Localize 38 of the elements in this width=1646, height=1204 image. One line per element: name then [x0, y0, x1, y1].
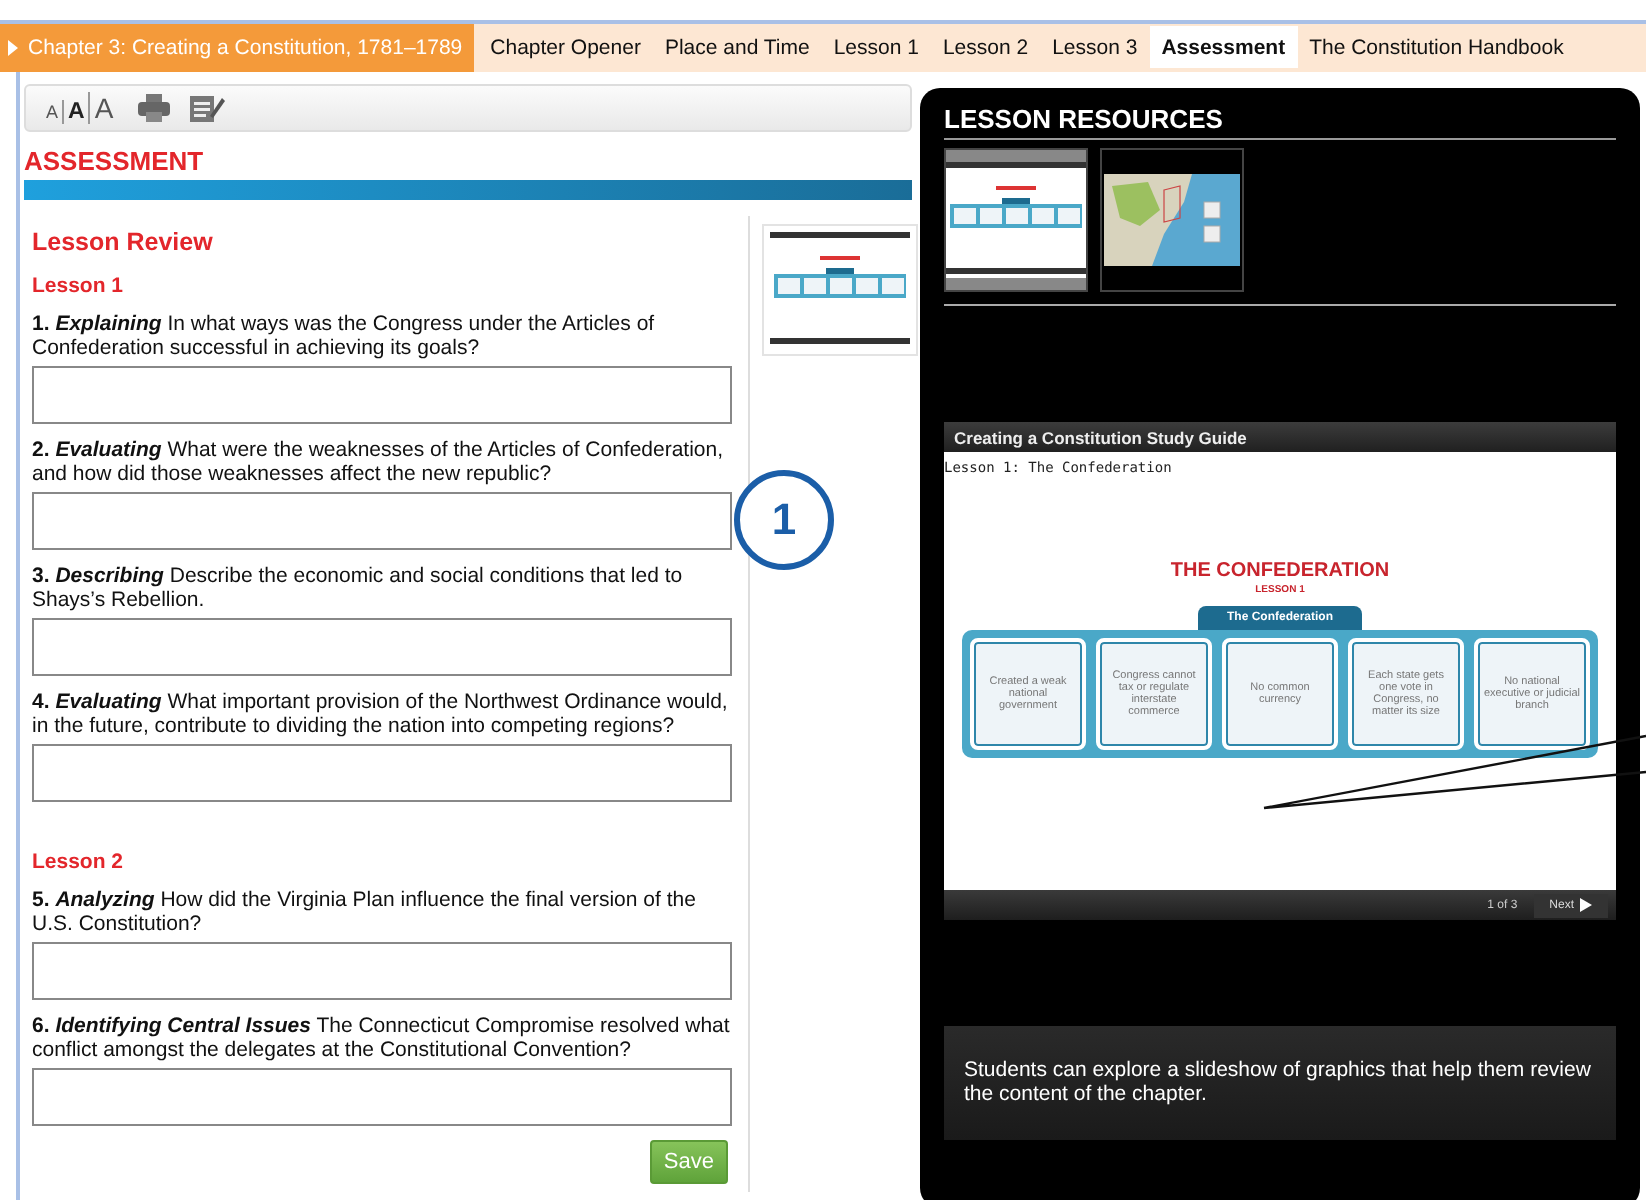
- answer-field[interactable]: [32, 366, 732, 424]
- triangle-icon: [8, 40, 18, 56]
- answer-field[interactable]: [32, 492, 732, 550]
- question-text: 1. Explaining In what ways was the Congress under the Articles of Confederation successful in achieving its goals?: [32, 312, 657, 360]
- question-text: 3. Describing Describe the economic and social conditions that led to Shays’s Rebellion.: [32, 564, 685, 612]
- play-icon: [1580, 898, 1592, 912]
- nav-tab[interactable]: The Constitution Handbook: [1297, 26, 1576, 68]
- answer-field[interactable]: [32, 942, 732, 1000]
- chapter-title: Chapter 3: Creating a Constitution, 1781–1789: [28, 36, 463, 60]
- font-size-option[interactable]: A: [88, 92, 118, 124]
- panel-title: LESSON RESOURCES: [944, 104, 1616, 140]
- question-text: 4. Evaluating What important provision of the Northwest Ordinance would, in the future, contribute to dividing the nation into competing regions?: [32, 690, 730, 738]
- nav-tab[interactable]: Lesson 2: [930, 26, 1041, 68]
- caption-text: Students can explore a slideshow of graphics that help them review the content of the chapter.: [944, 1026, 1616, 1140]
- map-thumbnail[interactable]: [1100, 148, 1244, 292]
- nav-tab[interactable]: Place and Time: [652, 26, 822, 68]
- question-text: 6. Identifying Central Issues The Connecticut Compromise resolved what conflict amongst the delegates at the Constitutional Convention?: [32, 1014, 732, 1062]
- slide-thumbnail[interactable]: [944, 148, 1088, 292]
- viewer-title: Creating a Constitution Study Guide: [944, 422, 1616, 452]
- print-icon[interactable]: [137, 94, 170, 122]
- callout-number: 1: [734, 470, 834, 570]
- font-size-option[interactable]: A: [62, 100, 89, 124]
- nav-tab[interactable]: Lesson 3: [1040, 26, 1150, 68]
- font-size-option[interactable]: A: [42, 102, 63, 122]
- answer-field[interactable]: [32, 744, 732, 802]
- section-title: ASSESSMENT: [24, 146, 206, 176]
- nav-tab[interactable]: Assessment: [1149, 26, 1298, 68]
- question-text: 2. Evaluating What were the weaknesses of the Articles of Confederation, and how did those weaknesses affect the new republic?: [32, 438, 726, 486]
- answer-field[interactable]: [32, 618, 732, 676]
- nav-tab[interactable]: Chapter Opener: [478, 26, 653, 68]
- question-text: 5. Analyzing How did the Virginia Plan influence the final version of the U.S. Constitution?: [32, 888, 698, 936]
- answer-field[interactable]: [32, 1068, 732, 1126]
- notes-icon[interactable]: [189, 93, 226, 123]
- slide-heading: THE CONFEDERATION: [1170, 560, 1390, 582]
- lesson-heading: Lesson 2: [32, 850, 126, 874]
- lesson-review-heading: Lesson Review: [32, 228, 215, 256]
- lesson-heading: Lesson 1: [32, 274, 126, 298]
- nav-tab[interactable]: Lesson 1: [821, 26, 931, 68]
